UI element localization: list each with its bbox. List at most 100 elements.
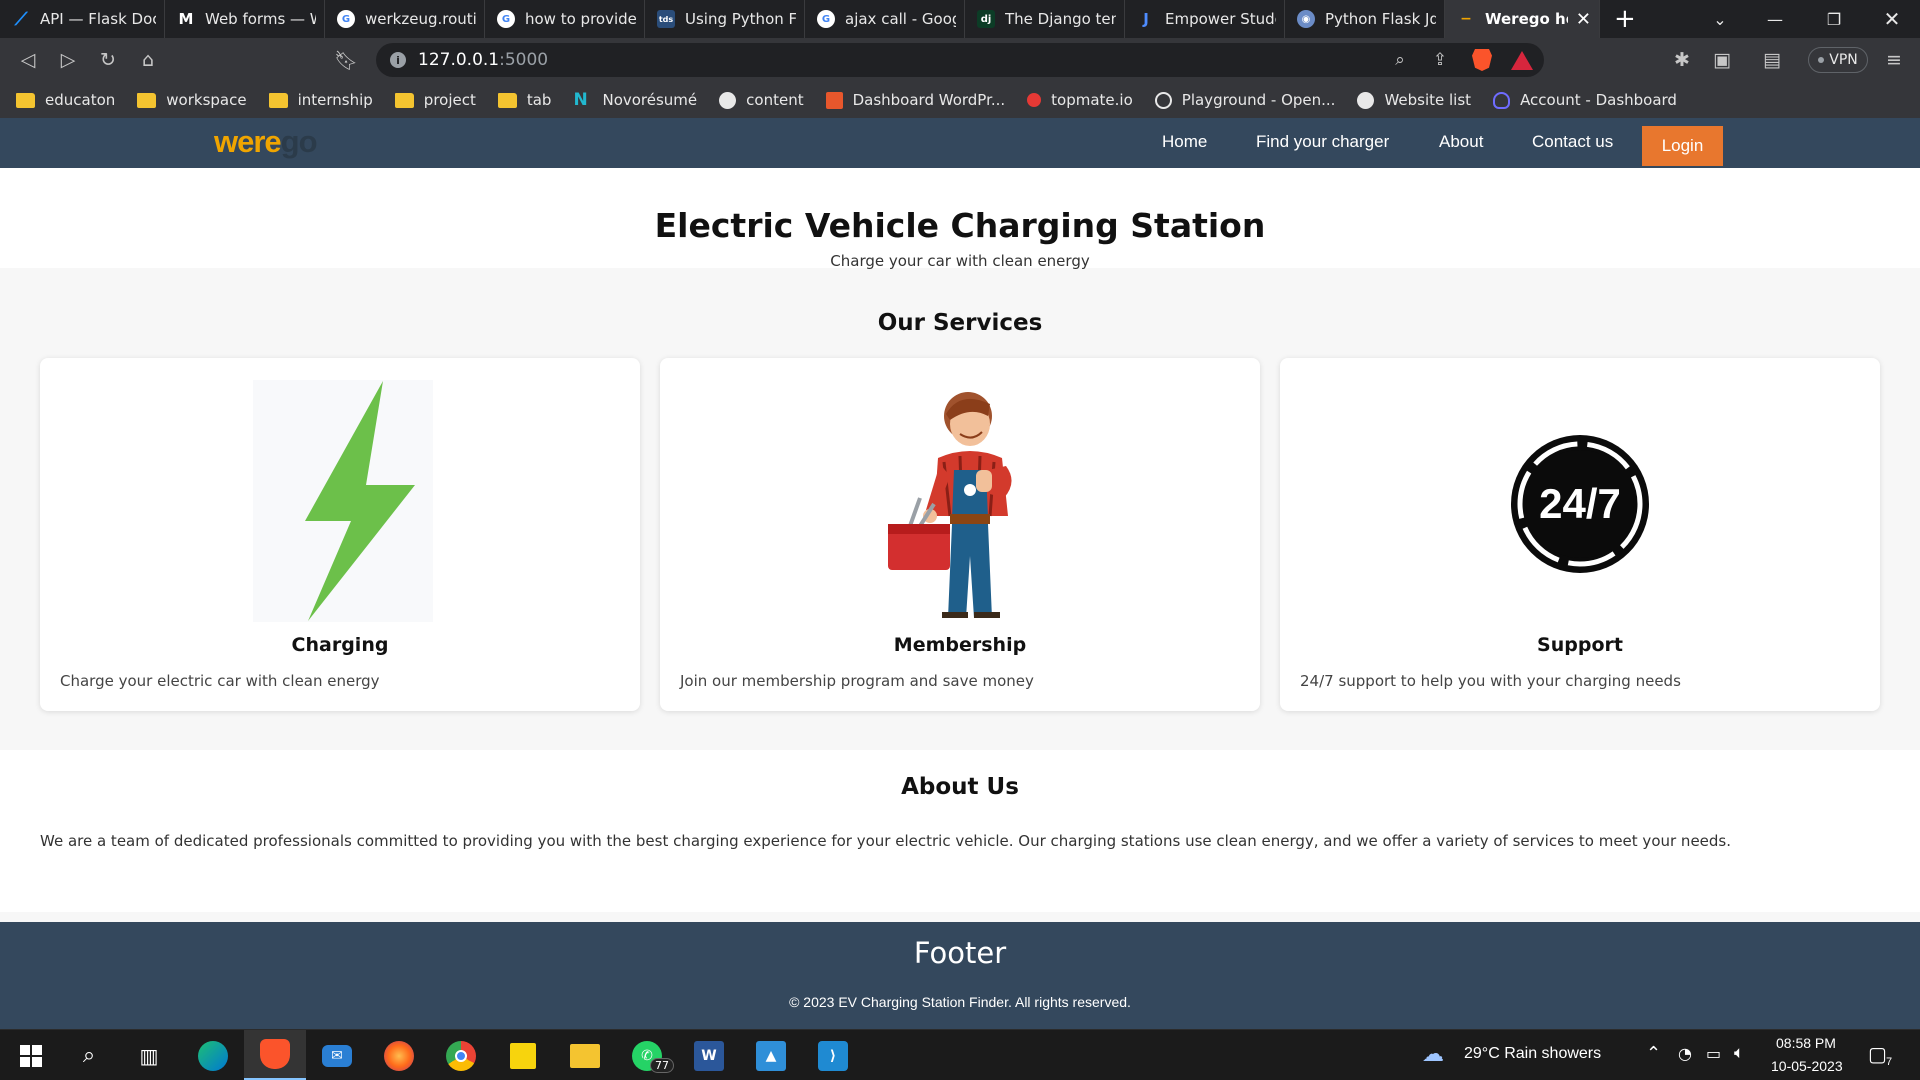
nav-about-link[interactable]: About [1439, 132, 1483, 152]
url-text[interactable]: 127.0.0.1:5000 [418, 50, 548, 70]
taskbar-chrome[interactable] [430, 1030, 492, 1080]
mail-icon: ✉ [322, 1044, 352, 1067]
task-view-button[interactable]: ▥ [118, 1030, 180, 1080]
taskbar-firefox[interactable] [368, 1030, 430, 1080]
bookmark-workspace[interactable]: workspace [137, 91, 247, 109]
weather-text[interactable]: 29°C Rain showers [1464, 1045, 1601, 1063]
globe-icon [719, 91, 737, 109]
bookmark-website-list[interactable]: Website list [1357, 91, 1471, 109]
tab-werego-home[interactable]: − Werego hom ✕ [1445, 0, 1600, 38]
tab-python-flask-jquery[interactable]: ◉ Python Flask Jqu [1285, 0, 1445, 38]
battery-icon[interactable]: ▭ [1706, 1044, 1721, 1063]
chrome-icon [446, 1040, 476, 1071]
bookmark-icon: 🔖︎ [333, 49, 359, 72]
wallet-icon[interactable]: ▤ [1758, 46, 1786, 74]
folder-icon [137, 92, 157, 108]
clock-date[interactable]: 10-05-2023 [1771, 1058, 1843, 1074]
brave-shields-icon[interactable] [1470, 49, 1494, 71]
account-icon [1493, 91, 1511, 109]
file-explorer-icon [570, 1043, 600, 1068]
bookmark-dashboard-wordpress[interactable]: Dashboard WordPr... [825, 91, 1005, 109]
about-text: We are a team of dedicated professionals… [40, 832, 1732, 850]
tab-flask-api[interactable]: ⟋ API — Flask Docu [0, 0, 165, 38]
bookmark-button[interactable]: 🔖︎ [332, 46, 360, 74]
lightning-bolt-icon [253, 380, 433, 622]
nav-contact-link[interactable]: Contact us [1532, 132, 1613, 152]
url-bar[interactable]: i 127.0.0.1:5000 ⌕ ⇪ [376, 43, 1544, 77]
support-badge-text: 24/7 [1539, 480, 1621, 527]
tab-ajax-call[interactable]: G ajax call - Googl [805, 0, 965, 38]
taskbar-whatsapp[interactable]: ✆ 77 [616, 1030, 678, 1080]
minimize-button[interactable]: — [1745, 0, 1805, 38]
word-icon: W [694, 1040, 724, 1071]
weather-icon: ☁ [1422, 1042, 1444, 1067]
nav-home-link[interactable]: Home [1162, 132, 1207, 152]
werego-logo[interactable]: werego [214, 124, 318, 160]
taskbar-brave[interactable] [244, 1030, 306, 1080]
vpn-button[interactable]: VPN [1808, 47, 1868, 73]
back-button[interactable]: ◁ [14, 46, 42, 74]
python-flask-icon: ◉ [1297, 10, 1315, 28]
vpn-status-icon [1818, 57, 1825, 63]
tab-how-to-provide[interactable]: G how to provide li [485, 0, 645, 38]
menu-icon[interactable]: ≡ [1880, 46, 1908, 74]
bookmark-account-dashboard[interactable]: Account - Dashboard [1493, 91, 1677, 109]
tab-empower-students[interactable]: J Empower Studen [1125, 0, 1285, 38]
taskbar-word[interactable]: W [678, 1030, 740, 1080]
restore-button[interactable]: ❐ [1804, 0, 1864, 38]
bookmark-tab[interactable]: tab [497, 91, 551, 109]
tab-django-template[interactable]: dj The Django temp [965, 0, 1125, 38]
bookmark-topmate[interactable]: topmate.io [1027, 91, 1133, 109]
tab-werkzeug-routing[interactable]: G werkzeug.routing [325, 0, 485, 38]
reload-button[interactable]: ↻ [94, 46, 122, 74]
medium-icon: M [178, 10, 194, 28]
taskbar-vscode[interactable]: ⟩ [802, 1030, 864, 1080]
tab-web-forms[interactable]: M Web forms — W [165, 0, 325, 38]
nav-find-charger-link[interactable]: Find your charger [1256, 132, 1389, 152]
taskbar-file-explorer[interactable] [554, 1030, 616, 1080]
bookmark-playground-openai[interactable]: Playground - Open... [1154, 91, 1335, 109]
bookmark-novoresume[interactable]: N Novorésumé [573, 91, 697, 109]
bookmark-content[interactable]: content [719, 91, 804, 109]
zoom-icon[interactable]: ⌕ [1388, 49, 1412, 71]
bookmark-internship[interactable]: internship [268, 91, 373, 109]
new-tab-button[interactable]: + [1600, 4, 1650, 34]
bookmark-project[interactable]: project [394, 91, 476, 109]
volume-icon[interactable]: 🔈︎ [1734, 1043, 1744, 1063]
brave-rewards-icon[interactable] [1510, 49, 1534, 71]
service-card-title: Membership [893, 634, 1027, 656]
about-heading: About Us [901, 774, 1019, 800]
taskbar-edge[interactable] [182, 1030, 244, 1080]
topmate-icon [1027, 93, 1042, 107]
sticky-notes-icon [510, 1042, 536, 1069]
folder-icon [268, 92, 288, 108]
tab-using-python-flask[interactable]: tds Using Python Fla [645, 0, 805, 38]
taskbar-photos[interactable]: ▲ [740, 1030, 802, 1080]
search-button[interactable]: ⌕ [58, 1030, 120, 1080]
sidebar-icon[interactable]: ▣ [1708, 46, 1736, 74]
taskbar-mail[interactable]: ✉ [306, 1030, 368, 1080]
google-icon: G [337, 10, 355, 28]
site-info-icon[interactable]: i [390, 52, 406, 68]
tab-search-chevron-icon[interactable]: ⌄ [1690, 0, 1750, 38]
tray-chevron-icon[interactable]: ⌃ [1646, 1043, 1661, 1064]
forward-arrow-icon: ▷ [60, 49, 76, 71]
network-icon[interactable]: ◔ [1678, 1044, 1692, 1063]
hero-section: Electric Vehicle Charging Station Charge… [0, 168, 1920, 270]
window-close-button[interactable]: ✕ [1862, 0, 1920, 38]
novoresume-icon: N [573, 89, 588, 110]
login-button[interactable]: Login [1642, 126, 1723, 166]
share-icon[interactable]: ⇪ [1428, 49, 1452, 71]
close-icon[interactable]: ✕ [1576, 9, 1591, 30]
flask-doc-icon: ⟋ [14, 8, 28, 30]
extensions-icon[interactable]: ✱ [1668, 46, 1696, 74]
taskbar-sticky-notes[interactable] [492, 1030, 554, 1080]
bookmark-educaton[interactable]: educaton [16, 91, 115, 109]
forward-button[interactable]: ▷ [54, 46, 82, 74]
hero-subtitle: Charge your car with clean energy [830, 252, 1090, 270]
home-button[interactable]: ⌂ [134, 46, 162, 74]
clock-time[interactable]: 08:58 PM [1776, 1035, 1836, 1051]
notification-center-icon[interactable]: ▢ [1868, 1042, 1887, 1066]
service-card-support: 24/7 Support 24/7 support to help you wi… [1280, 358, 1880, 711]
start-button[interactable] [0, 1030, 62, 1080]
